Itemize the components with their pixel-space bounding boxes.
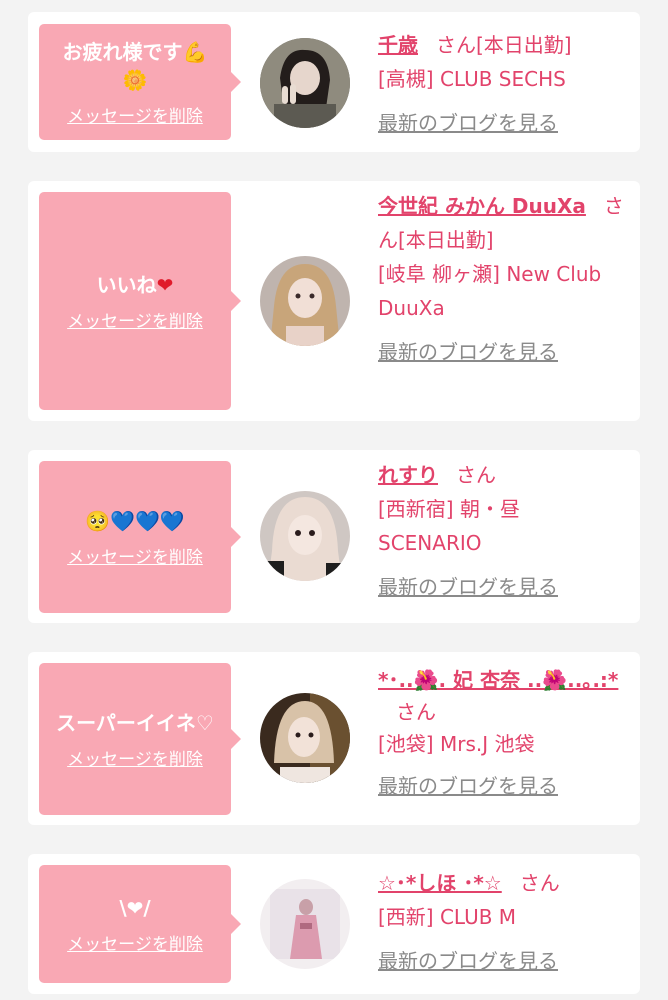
- cast-info: *･..🌺. 妃 杏奈 ..🌺..｡.:*さん [池袋] Mrs.J 池袋 最新…: [378, 664, 628, 802]
- message-card: スーパーイイネ♡ メッセージを削除 *･..🌺. 妃 杏奈 ..🌺..｡.:*さ…: [28, 652, 640, 825]
- delete-message-link[interactable]: メッセージを削除: [67, 102, 203, 127]
- latest-blog-link[interactable]: 最新のブログを見る: [378, 106, 628, 140]
- woman-blonde-avatar-icon: [260, 491, 350, 581]
- shop-name: [池袋] Mrs.J 池袋: [378, 732, 535, 756]
- woman-twin-tails-avatar-icon: [260, 256, 350, 346]
- avatar[interactable]: [260, 879, 350, 969]
- message-bubble: いいね❤ メッセージを削除: [39, 192, 241, 410]
- avatar[interactable]: [260, 256, 350, 346]
- woman-kimono-avatar-icon: [260, 879, 350, 969]
- avatar[interactable]: [260, 38, 350, 128]
- delete-message-link[interactable]: メッセージを削除: [67, 930, 203, 955]
- cast-name-link[interactable]: れすり: [378, 463, 438, 487]
- cast-info: れすり さん [西新宿] 朝・昼 SCENARIO 最新のブログを見る: [378, 458, 628, 604]
- message-text: スーパーイイネ♡: [56, 710, 214, 735]
- message-bubble: \❤/ メッセージを削除: [39, 865, 241, 983]
- delete-message-link[interactable]: メッセージを削除: [67, 543, 203, 568]
- message-text: \❤/: [119, 895, 151, 920]
- status-badge: [本日出勤]: [476, 33, 572, 57]
- shop-name: [西新] CLUB M: [378, 905, 517, 929]
- woman-peace-sign-avatar-icon: [260, 38, 350, 128]
- flexed-biceps-icon: 💪: [182, 39, 208, 64]
- cast-info: 今世紀 みかん DuuXa さん[本日出勤] [岐阜 柳ヶ瀬] New Club …: [378, 189, 628, 369]
- latest-blog-link[interactable]: 最新のブログを見る: [378, 770, 628, 802]
- cast-name-link[interactable]: 千歳: [378, 33, 418, 57]
- cast-name-link[interactable]: ☆･*しほ ･*☆: [378, 871, 502, 895]
- message-bubble: スーパーイイネ♡ メッセージを削除: [39, 663, 241, 815]
- message-bubble: お疲れ様です💪 🌼 メッセージを削除: [39, 24, 241, 140]
- message-text: 🥺💙💙💙: [85, 507, 185, 535]
- message-card: いいね❤ メッセージを削除 今世紀 みかん DuuXa さん[本日出勤] [岐阜 …: [28, 181, 640, 421]
- shop-name: [西新宿] 朝・昼 SCENARIO: [378, 497, 520, 555]
- woman-selfie-avatar-icon: [260, 693, 350, 783]
- red-heart-icon: ❤: [156, 272, 174, 297]
- message-text: お疲れ様です💪 🌼: [62, 39, 208, 92]
- message-card: 🥺💙💙💙 メッセージを削除 れすり さん [西新宿] 朝・昼 SCENARIO 最…: [28, 450, 640, 623]
- message-list: お疲れ様です💪 🌼 メッセージを削除 千歳 さん[本日出勤] [高槻] CLUB …: [0, 0, 668, 1000]
- cast-name-link[interactable]: 今世紀 みかん DuuXa: [378, 194, 586, 218]
- message-text: いいね❤: [96, 272, 174, 297]
- delete-message-link[interactable]: メッセージを削除: [67, 307, 203, 332]
- blue-heart-icon: 💙💙💙: [110, 508, 185, 533]
- message-bubble: 🥺💙💙💙 メッセージを削除: [39, 461, 241, 613]
- latest-blog-link[interactable]: 最新のブログを見る: [378, 944, 628, 978]
- latest-blog-link[interactable]: 最新のブログを見る: [378, 335, 628, 369]
- sunflower-icon: 🌼: [122, 67, 148, 92]
- shop-name: [岐阜 柳ヶ瀬] New Club DuuXa: [378, 262, 602, 320]
- shop-name: [高槻] CLUB SECHS: [378, 67, 566, 91]
- avatar[interactable]: [260, 491, 350, 581]
- latest-blog-link[interactable]: 最新のブログを見る: [378, 570, 628, 604]
- cast-info: 千歳 さん[本日出勤] [高槻] CLUB SECHS 最新のブログを見る: [378, 28, 628, 140]
- cast-name-link[interactable]: *･..🌺. 妃 杏奈 ..🌺..｡.:*: [378, 668, 618, 692]
- status-badge: [本日出勤]: [398, 228, 494, 252]
- pleading-face-icon: 🥺: [85, 508, 111, 533]
- delete-message-link[interactable]: メッセージを削除: [67, 745, 203, 770]
- cast-info: ☆･*しほ ･*☆ さん [西新] CLUB M 最新のブログを見る: [378, 866, 628, 978]
- message-card: お疲れ様です💪 🌼 メッセージを削除 千歳 さん[本日出勤] [高槻] CLUB …: [28, 12, 640, 152]
- message-card: \❤/ メッセージを削除 ☆･*しほ ･*☆ さん [西新] CLUB M 最新の…: [28, 854, 640, 994]
- avatar[interactable]: [260, 693, 350, 783]
